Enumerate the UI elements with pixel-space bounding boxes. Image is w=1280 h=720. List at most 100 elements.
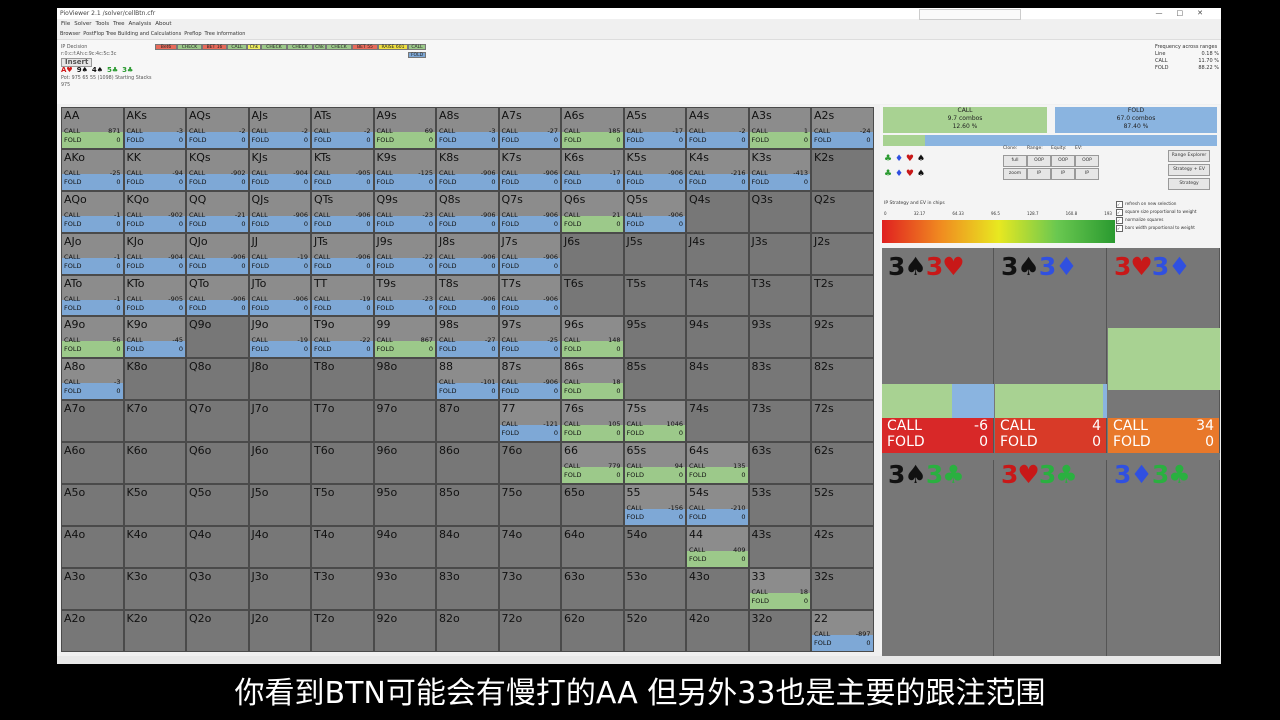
hand-cell-qjo[interactable]: CALL -906 FOLD 0 QJo bbox=[186, 232, 249, 275]
hand-cell-k7o[interactable]: K7o bbox=[123, 400, 186, 443]
hand-cell-ako[interactable]: CALL -25 FOLD 0 AKo bbox=[61, 148, 124, 191]
hand-cell-96s[interactable]: CALL 148 FOLD 0 96s bbox=[561, 316, 624, 359]
hand-cell-q3s[interactable]: Q3s bbox=[748, 190, 811, 233]
hand-cell-72s[interactable]: 72s bbox=[811, 400, 874, 443]
range-explorer-button[interactable]: Range Explorer bbox=[1168, 150, 1210, 162]
hand-cell-95o[interactable]: 95o bbox=[373, 484, 436, 526]
hand-cell-k7s[interactable]: CALL -906 FOLD 0 K7s bbox=[498, 148, 561, 191]
hand-cell-87s[interactable]: CALL -906 FOLD 0 87s bbox=[498, 358, 561, 401]
spade-icon[interactable]: ♠ bbox=[917, 169, 925, 179]
hand-cell-94o[interactable]: 94o bbox=[373, 525, 436, 568]
hand-cell-a4s[interactable]: CALL -2 FOLD 0 A4s bbox=[686, 107, 749, 149]
action-bet-55[interactable]: BET 55 bbox=[352, 44, 378, 50]
hand-cell-ajs[interactable]: CALL -2 FOLD 0 AJs bbox=[248, 107, 311, 149]
hand-cell-73o[interactable]: 73o bbox=[498, 567, 561, 610]
hand-cell-q7s[interactable]: CALL -906 FOLD 0 Q7s bbox=[498, 190, 561, 233]
hand-cell-74s[interactable]: 74s bbox=[686, 400, 749, 443]
hand-cell-65s[interactable]: CALL 94 FOLD 0 65s bbox=[623, 442, 686, 485]
panel-button-ip[interactable]: IP bbox=[1075, 168, 1099, 180]
hand-cell-k4o[interactable]: K4o bbox=[123, 525, 186, 568]
hand-cell-75o[interactable]: 75o bbox=[498, 484, 561, 526]
hand-cell-76o[interactable]: 76o bbox=[498, 442, 561, 485]
tab-preflop[interactable]: Preflop bbox=[184, 31, 201, 37]
hand-cell-75s[interactable]: CALL 1046 FOLD 0 75s bbox=[623, 400, 686, 443]
club-icon[interactable]: ♣ bbox=[884, 154, 892, 164]
summary-call[interactable]: CALL 9.7 combos 12.60 % bbox=[883, 107, 1047, 133]
panel-button-oop[interactable]: OOP bbox=[1075, 155, 1099, 167]
action-bet-16[interactable]: BET 16 bbox=[202, 44, 227, 50]
hand-cell-66[interactable]: CALL 779 FOLD 0 66 bbox=[561, 442, 624, 485]
hand-cell-a9o[interactable]: CALL 56 FOLD 0 A9o bbox=[61, 316, 124, 359]
hand-cell-jts[interactable]: CALL -906 FOLD 0 JTs bbox=[311, 232, 374, 275]
hand-cell-j2o[interactable]: J2o bbox=[248, 609, 311, 652]
option-checkbox[interactable]: ✓ square size proportional to weight bbox=[1116, 208, 1197, 216]
hand-cell-83o[interactable]: 83o bbox=[436, 567, 499, 610]
combo-box[interactable]: 3♥3♣ bbox=[995, 460, 1107, 664]
hand-cell-65o[interactable]: 65o bbox=[561, 484, 624, 526]
hand-cell-j4s[interactable]: J4s bbox=[686, 232, 749, 275]
action-fold[interactable]: FOLD bbox=[408, 52, 426, 58]
hand-cell-97s[interactable]: CALL -25 FOLD 0 97s bbox=[498, 316, 561, 359]
menu-item-analysis[interactable]: Analysis bbox=[129, 21, 152, 27]
hand-cell-32s[interactable]: 32s bbox=[811, 567, 874, 610]
hand-cell-tt[interactable]: CALL -19 FOLD 0 TT bbox=[311, 274, 374, 317]
hand-cell-55[interactable]: CALL -156 FOLD 0 55 bbox=[623, 484, 686, 526]
action-bet6[interactable]: Bet6 bbox=[155, 44, 177, 50]
hand-cell-t9o[interactable]: CALL -22 FOLD 0 T9o bbox=[311, 316, 374, 359]
hand-cell-j5s[interactable]: J5s bbox=[623, 232, 686, 275]
hand-cell-t5s[interactable]: T5s bbox=[623, 274, 686, 317]
hand-cell-qjs[interactable]: CALL -906 FOLD 0 QJs bbox=[248, 190, 311, 233]
hand-cell-32o[interactable]: 32o bbox=[748, 609, 811, 652]
hand-cell-j4o[interactable]: J4o bbox=[248, 525, 311, 568]
panel-button-ip[interactable]: IP bbox=[1027, 168, 1051, 180]
hand-cell-98s[interactable]: CALL -27 FOLD 0 98s bbox=[436, 316, 499, 359]
hand-cell-kk[interactable]: CALL -94 FOLD 0 KK bbox=[123, 148, 186, 191]
hand-cell-96o[interactable]: 96o bbox=[373, 442, 436, 485]
hand-cell-q9o[interactable]: Q9o bbox=[186, 316, 249, 359]
hand-cell-33[interactable]: CALL 18 FOLD 0 33 bbox=[748, 567, 811, 610]
hand-cell-ats[interactable]: CALL -2 FOLD 0 ATs bbox=[311, 107, 374, 149]
combo-box[interactable]: 3♦3♣ bbox=[1108, 460, 1220, 664]
hand-cell-22[interactable]: CALL -897 FOLD 0 22 bbox=[811, 609, 874, 652]
hand-cell-k9s[interactable]: CALL -125 FOLD 0 K9s bbox=[373, 148, 436, 191]
tab-tree[interactable]: Tree information bbox=[205, 31, 246, 37]
hand-cell-t7s[interactable]: CALL -906 FOLD 0 T7s bbox=[498, 274, 561, 317]
checkbox-icon[interactable]: ✓ bbox=[1116, 224, 1123, 232]
hand-cell-ato[interactable]: CALL -1 FOLD 0 ATo bbox=[61, 274, 124, 317]
hand-cell-q8o[interactable]: Q8o bbox=[186, 358, 249, 401]
action-chk[interactable]: Chk bbox=[247, 44, 261, 50]
hand-cell-k3s[interactable]: CALL -413 FOLD 0 K3s bbox=[748, 148, 811, 191]
hand-cell-j2s[interactable]: J2s bbox=[811, 232, 874, 275]
hand-cell-t7o[interactable]: T7o bbox=[311, 400, 374, 443]
hand-cell-q5o[interactable]: Q5o bbox=[186, 484, 249, 526]
hand-cell-q9s[interactable]: CALL -23 FOLD 0 Q9s bbox=[373, 190, 436, 233]
hand-cell-43s[interactable]: 43s bbox=[748, 525, 811, 568]
panel-button-oop[interactable]: OOP bbox=[1027, 155, 1051, 167]
hand-cell-aks[interactable]: CALL -3 FOLD 0 AKs bbox=[123, 107, 186, 149]
heart-icon[interactable]: ♥ bbox=[906, 169, 914, 179]
hand-cell-q2s[interactable]: Q2s bbox=[811, 190, 874, 233]
hand-cell-qto[interactable]: CALL -906 FOLD 0 QTo bbox=[186, 274, 249, 317]
hand-cell-t5o[interactable]: T5o bbox=[311, 484, 374, 526]
hand-cell-a6o[interactable]: A6o bbox=[61, 442, 124, 485]
hand-cell-k3o[interactable]: K3o bbox=[123, 567, 186, 610]
hand-cell-kjo[interactable]: CALL -904 FOLD 0 KJo bbox=[123, 232, 186, 275]
action-chk[interactable]: Chk bbox=[313, 44, 326, 50]
option-checkbox[interactable]: ✓ normalize squares bbox=[1116, 216, 1197, 224]
hand-cell-54s[interactable]: CALL -210 FOLD 0 54s bbox=[686, 484, 749, 526]
hand-cell-kts[interactable]: CALL -905 FOLD 0 KTs bbox=[311, 148, 374, 191]
hand-cell-42o[interactable]: 42o bbox=[686, 609, 749, 652]
strategy-button[interactable]: Strategy bbox=[1168, 178, 1210, 190]
hand-cell-j7s[interactable]: CALL -906 FOLD 0 J7s bbox=[498, 232, 561, 275]
hand-cell-43o[interactable]: 43o bbox=[686, 567, 749, 610]
hand-cell-k2o[interactable]: K2o bbox=[123, 609, 186, 652]
hand-cell-k9o[interactable]: CALL -45 FOLD 0 K9o bbox=[123, 316, 186, 359]
hand-cell-jj[interactable]: CALL -19 FOLD 0 JJ bbox=[248, 232, 311, 275]
hand-cell-63o[interactable]: 63o bbox=[561, 567, 624, 610]
hand-cell-92o[interactable]: 92o bbox=[373, 609, 436, 652]
combo-box[interactable]: CALL 34 FOLD 0 3♥3♦ bbox=[1108, 248, 1220, 453]
hand-cell-q3o[interactable]: Q3o bbox=[186, 567, 249, 610]
hand-cell-72o[interactable]: 72o bbox=[498, 609, 561, 652]
menu-item-tree[interactable]: Tree bbox=[113, 21, 124, 27]
hand-cell-54o[interactable]: 54o bbox=[623, 525, 686, 568]
